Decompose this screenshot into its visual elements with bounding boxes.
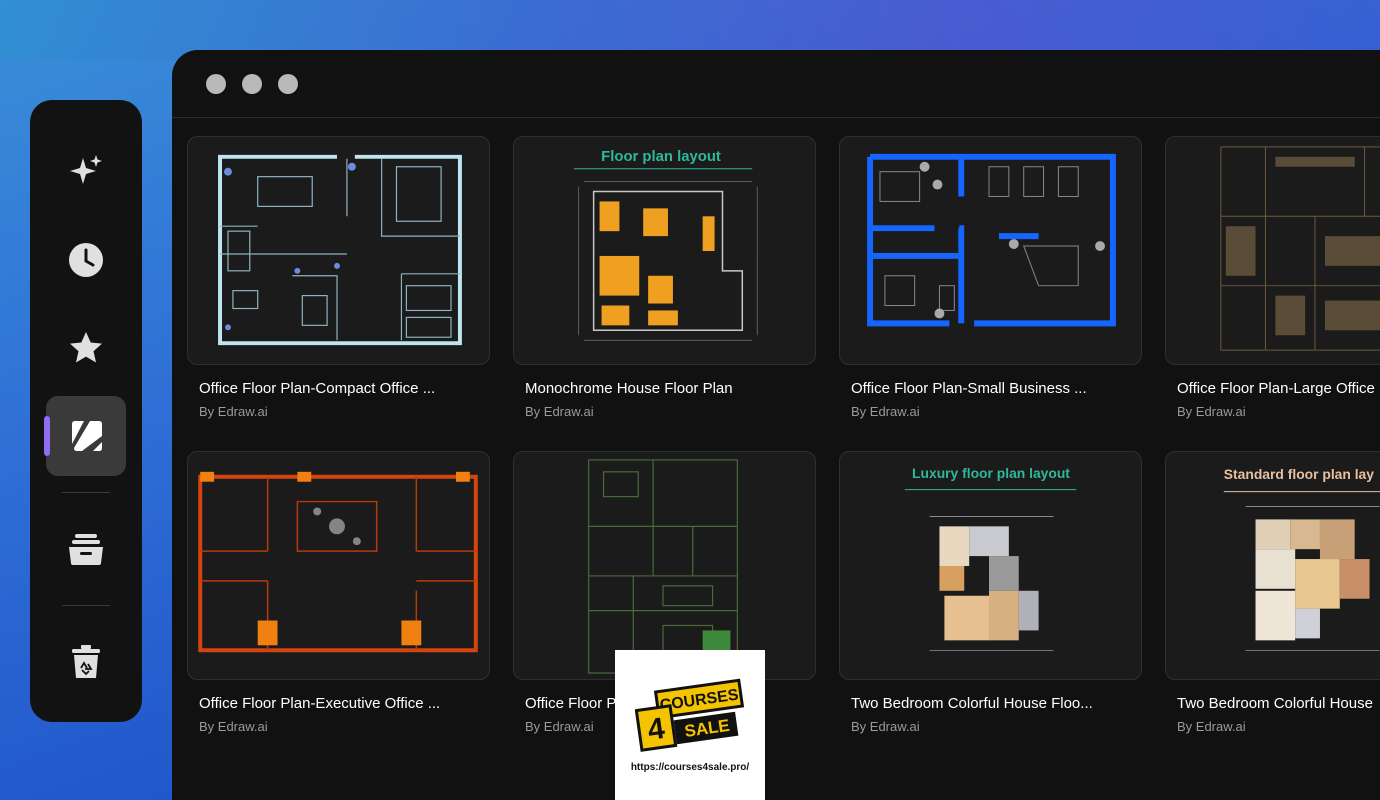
clock-icon: [69, 243, 103, 277]
floor-plan-preview: [198, 471, 478, 653]
template-title[interactable]: Office Floor Plan-Large Office: [1165, 380, 1380, 397]
template-thumbnail[interactable]: [839, 136, 1142, 365]
star-icon: [70, 332, 102, 363]
template-thumbnail[interactable]: Standard floor plan lay: [1165, 451, 1380, 680]
sidebar-divider: [62, 492, 110, 493]
watermark-url: https://courses4sale.pro/: [630, 761, 750, 773]
sidebar-item-favorites[interactable]: [46, 308, 126, 388]
title-bar: [172, 50, 1380, 118]
template-author: By Edraw.ai: [1177, 404, 1246, 419]
thumb-heading: Standard floor plan lay: [1224, 466, 1374, 482]
thumb-heading: Luxury floor plan layout: [912, 465, 1070, 481]
sidebar-item-recent[interactable]: [46, 220, 126, 300]
sidebar: [30, 100, 142, 722]
template-author: By Edraw.ai: [851, 719, 920, 734]
template-title[interactable]: Monochrome House Floor Plan: [513, 380, 803, 397]
template-card[interactable]: Luxury floor plan layout Two Bedroom Col…: [839, 451, 1143, 734]
template-card[interactable]: Office Floor Plan-Large Office By Edraw.…: [1165, 136, 1380, 419]
sparkle-icon: [70, 155, 102, 184]
watermark-logo: COURSES SALE 4 https://courses4sale.pro/: [615, 650, 765, 800]
floor-plan-preview: [218, 154, 462, 346]
folder-icon: [69, 534, 103, 565]
floor-plan-preview: [1220, 146, 1380, 351]
template-thumbnail[interactable]: Floor plan layout: [513, 136, 816, 365]
floor-plan-preview: [867, 153, 1116, 327]
floor-plan-preview: Floor plan layout: [573, 149, 758, 341]
sidebar-divider: [62, 605, 110, 606]
template-author: By Edraw.ai: [525, 404, 594, 419]
template-author: By Edraw.ai: [199, 404, 268, 419]
floor-plan-preview: [588, 459, 738, 674]
template-title[interactable]: Two Bedroom Colorful House Floo...: [839, 695, 1129, 712]
thumb-heading: Floor plan layout: [601, 149, 721, 165]
template-author: By Edraw.ai: [1177, 719, 1246, 734]
template-author: By Edraw.ai: [851, 404, 920, 419]
templates-icon: [72, 421, 102, 451]
template-author: By Edraw.ai: [199, 719, 268, 734]
sidebar-item-files[interactable]: [46, 509, 126, 589]
template-thumbnail[interactable]: [187, 451, 490, 680]
sidebar-item-ai[interactable]: [46, 132, 126, 212]
window-minimize-button[interactable]: [242, 73, 262, 94]
template-title[interactable]: Office Floor Plan-Small Business ...: [839, 380, 1129, 397]
template-title[interactable]: Two Bedroom Colorful House: [1165, 695, 1380, 712]
template-thumbnail[interactable]: [187, 136, 490, 365]
template-card[interactable]: Office Floor Plan-Small Business ... By …: [839, 136, 1143, 419]
template-card[interactable]: Floor plan layout Monochrome House Floor…: [513, 136, 817, 419]
template-thumbnail[interactable]: Luxury floor plan layout: [839, 451, 1142, 680]
template-card[interactable]: Office Floor Plan-Compact Office ... By …: [187, 136, 491, 419]
floor-plan-preview: Standard floor plan lay: [1223, 466, 1380, 651]
sidebar-item-recycle-bin[interactable]: [46, 622, 126, 702]
template-thumbnail[interactable]: [513, 451, 816, 680]
window-close-button[interactable]: [206, 73, 226, 94]
template-card[interactable]: Office Floor Plan-Executive Office ... B…: [187, 451, 491, 734]
template-thumbnail[interactable]: [1165, 136, 1380, 365]
recycle-bin-icon: [72, 645, 100, 678]
app-window: Office Floor Plan-Compact Office ... By …: [172, 50, 1380, 800]
template-card[interactable]: Standard floor plan lay Two Bedroom Colo…: [1165, 451, 1380, 734]
courses4sale-logo: COURSES SALE 4: [635, 678, 745, 752]
window-maximize-button[interactable]: [278, 73, 298, 94]
template-title[interactable]: Office Floor Plan-Compact Office ...: [187, 380, 477, 397]
floor-plan-preview: Luxury floor plan layout: [904, 465, 1077, 651]
template-title[interactable]: Office Floor Plan-Executive Office ...: [187, 695, 477, 712]
sidebar-item-templates[interactable]: [44, 396, 126, 476]
